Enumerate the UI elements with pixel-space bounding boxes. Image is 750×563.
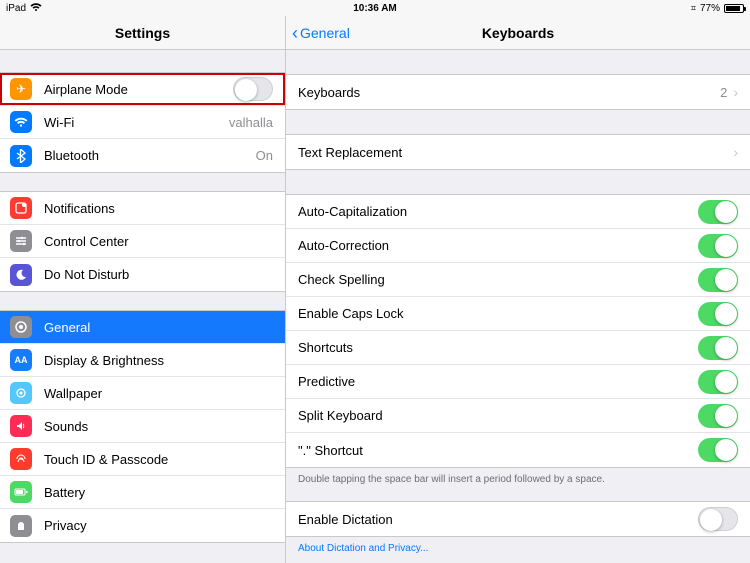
row-auto-correction[interactable]: Auto-Correction	[286, 229, 750, 263]
sounds-icon	[10, 415, 32, 437]
row-label: Enable Dictation	[298, 512, 698, 527]
sidebar-item-touch-id[interactable]: Touch ID & Passcode	[0, 443, 285, 476]
bluetooth-icon	[10, 145, 32, 167]
row-label: Auto-Capitalization	[298, 204, 698, 219]
row-label: Shortcuts	[298, 340, 698, 355]
sidebar-item-label: Do Not Disturb	[44, 267, 273, 282]
row-split-keyboard[interactable]: Split Keyboard	[286, 399, 750, 433]
sidebar-item-label: Battery	[44, 485, 273, 500]
detail-header: ‹ General Keyboards	[286, 16, 750, 50]
wifi-value: valhalla	[229, 115, 273, 130]
sidebar-scroll[interactable]: ✈ Airplane Mode Wi-Fi valhalla Bluetooth	[0, 50, 285, 563]
sidebar-item-label: Airplane Mode	[44, 82, 233, 97]
device-label: iPad	[6, 3, 26, 14]
toggle-period[interactable]	[698, 438, 738, 462]
wifi-icon	[10, 111, 32, 133]
row-label: Text Replacement	[298, 145, 733, 160]
sidebar-item-label: Notifications	[44, 201, 273, 216]
row-label: Keyboards	[298, 85, 720, 100]
sidebar-item-battery[interactable]: Battery	[0, 476, 285, 509]
sidebar-item-label: Touch ID & Passcode	[44, 452, 273, 467]
row-auto-capitalization[interactable]: Auto-Capitalization	[286, 195, 750, 229]
battery-icon	[724, 4, 744, 13]
moon-icon	[10, 264, 32, 286]
status-left: iPad	[6, 2, 42, 15]
battery-percent: 77%	[700, 3, 720, 14]
wifi-icon	[30, 2, 42, 15]
row-label: Auto-Correction	[298, 238, 698, 253]
toggle-autocap[interactable]	[698, 200, 738, 224]
gear-icon	[10, 316, 32, 338]
sidebar-item-control-center[interactable]: Control Center	[0, 225, 285, 258]
row-label: Predictive	[298, 374, 698, 389]
status-bar: iPad 10:36 AM ⌗ 77%	[0, 0, 750, 16]
sidebar-title: Settings	[115, 25, 170, 41]
toggle-autocorrect[interactable]	[698, 234, 738, 258]
detail-pane: ‹ General Keyboards Keyboards 2 › Text R…	[286, 16, 750, 563]
about-dictation-link[interactable]: About Dictation and Privacy...	[286, 537, 750, 560]
wallpaper-icon	[10, 382, 32, 404]
back-label: General	[300, 25, 350, 41]
toggle-dictation[interactable]	[698, 507, 738, 531]
sidebar-item-airplane-mode[interactable]: ✈ Airplane Mode	[0, 73, 285, 106]
fingerprint-icon	[10, 448, 32, 470]
row-check-spelling[interactable]: Check Spelling	[286, 263, 750, 297]
sidebar-item-wallpaper[interactable]: Wallpaper	[0, 377, 285, 410]
sidebar-item-do-not-disturb[interactable]: Do Not Disturb	[0, 258, 285, 291]
sidebar-item-notifications[interactable]: Notifications	[0, 192, 285, 225]
keyboards-count: 2	[720, 85, 727, 100]
row-enable-caps-lock[interactable]: Enable Caps Lock	[286, 297, 750, 331]
sidebar-item-bluetooth[interactable]: Bluetooth On	[0, 139, 285, 172]
sidebar-item-label: Wallpaper	[44, 386, 273, 401]
row-text-replacement[interactable]: Text Replacement ›	[286, 135, 750, 169]
battery-icon	[10, 481, 32, 503]
toggle-shortcuts[interactable]	[698, 336, 738, 360]
sidebar-item-label: Wi-Fi	[44, 115, 223, 130]
sidebar-item-label: Privacy	[44, 518, 273, 533]
status-time: 10:36 AM	[353, 3, 397, 14]
bluetooth-icon: ⌗	[691, 3, 696, 14]
sidebar-item-label: Display & Brightness	[44, 353, 273, 368]
chevron-right-icon: ›	[733, 144, 738, 160]
display-icon: AA	[10, 349, 32, 371]
sidebar-item-label: Sounds	[44, 419, 273, 434]
row-period-shortcut[interactable]: "." Shortcut	[286, 433, 750, 467]
privacy-icon	[10, 515, 32, 537]
row-label: Split Keyboard	[298, 408, 698, 423]
sidebar-header: Settings	[0, 16, 285, 50]
row-shortcuts[interactable]: Shortcuts	[286, 331, 750, 365]
control-center-icon	[10, 230, 32, 252]
bluetooth-value: On	[256, 148, 273, 163]
chevron-right-icon: ›	[733, 84, 738, 100]
sidebar-item-sounds[interactable]: Sounds	[0, 410, 285, 443]
row-enable-dictation[interactable]: Enable Dictation	[286, 502, 750, 536]
back-button[interactable]: ‹ General	[292, 25, 350, 41]
row-label: Enable Caps Lock	[298, 306, 698, 321]
toggle-spelling[interactable]	[698, 268, 738, 292]
row-predictive[interactable]: Predictive	[286, 365, 750, 399]
row-label: "." Shortcut	[298, 443, 698, 458]
sidebar: Settings ✈ Airplane Mode Wi-Fi valhalla	[0, 16, 286, 563]
sidebar-item-privacy[interactable]: Privacy	[0, 509, 285, 542]
sidebar-item-general[interactable]: General	[0, 311, 285, 344]
status-right: ⌗ 77%	[691, 3, 744, 14]
toggle-splitkb[interactable]	[698, 404, 738, 428]
sidebar-item-label: Bluetooth	[44, 148, 250, 163]
row-label: Check Spelling	[298, 272, 698, 287]
period-shortcut-hint: Double tapping the space bar will insert…	[286, 468, 750, 491]
detail-title: Keyboards	[482, 25, 554, 41]
sidebar-item-label: Control Center	[44, 234, 273, 249]
row-keyboards[interactable]: Keyboards 2 ›	[286, 75, 750, 109]
notifications-icon	[10, 197, 32, 219]
toggle-predictive[interactable]	[698, 370, 738, 394]
sidebar-item-display-brightness[interactable]: AA Display & Brightness	[0, 344, 285, 377]
sidebar-item-wifi[interactable]: Wi-Fi valhalla	[0, 106, 285, 139]
detail-scroll[interactable]: Keyboards 2 › Text Replacement › Auto-Ca…	[286, 50, 750, 563]
airplane-icon: ✈	[10, 78, 32, 100]
airplane-toggle[interactable]	[233, 77, 273, 101]
sidebar-item-label: General	[44, 320, 273, 335]
toggle-capslock[interactable]	[698, 302, 738, 326]
